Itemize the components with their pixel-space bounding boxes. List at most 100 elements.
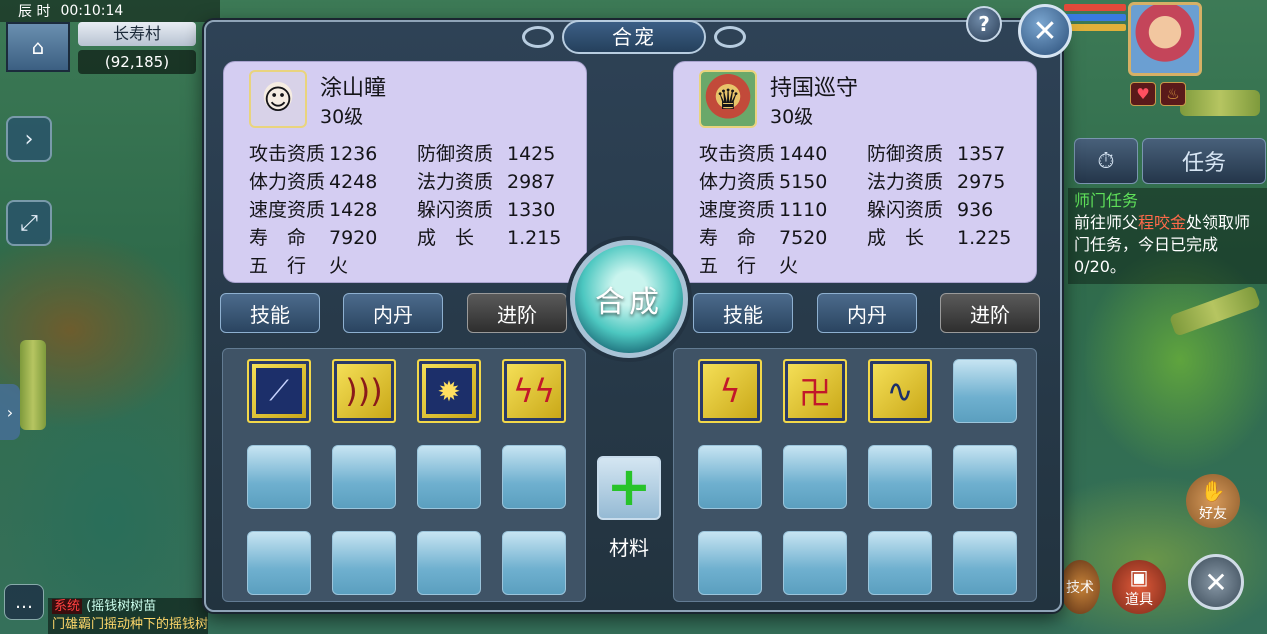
buff-icon[interactable]: ♨ [1160, 82, 1186, 106]
empty-skill-slot[interactable] [417, 445, 481, 509]
left-tab-inner-core[interactable]: 内丹 [343, 293, 443, 333]
stat-row: 五 行火 [249, 255, 349, 277]
friends-label: 好友 [1199, 506, 1227, 522]
pet-level: 30级 [770, 106, 814, 128]
empty-skill-slot[interactable] [417, 531, 481, 595]
guardian-portrait-icon[interactable]: ♛ [699, 70, 757, 128]
time-of-day: 辰 时 [18, 4, 51, 20]
rune-skill-icon[interactable]: 卍 [783, 359, 847, 423]
pet-name: 持国巡守 [770, 76, 859, 101]
empty-skill-slot[interactable] [332, 445, 396, 509]
pet-stats: 攻击资质 1236 防御资质 1425 体力资质 4248 法力资质 2987 速度资质 14… [249, 140, 561, 280]
plus-icon: + [606, 455, 652, 518]
left-skill-panel: ⟋ ))) ✹ ϟϟ [222, 348, 586, 602]
chevron-right-icon: › [6, 402, 14, 422]
clock-bar: 辰 时 00:10:14 [0, 0, 220, 22]
house-icon: ⌂ [31, 35, 45, 59]
exp-bar [1064, 24, 1126, 31]
chest-icon: ▣ [1129, 565, 1149, 589]
minimap-button[interactable]: ⌂ [6, 22, 70, 72]
friends-button[interactable]: ✋ 好友 [1186, 474, 1240, 528]
inventory-label: 道具 [1125, 592, 1153, 608]
lightning-fire-skill-icon[interactable]: ϟϟ [502, 359, 566, 423]
empty-skill-slot[interactable] [953, 359, 1017, 423]
help-button[interactable]: ? [966, 6, 1002, 42]
empty-skill-slot[interactable] [868, 531, 932, 595]
ornament [714, 26, 746, 48]
empty-skill-slot[interactable] [247, 531, 311, 595]
left-pet-card: ☺ 涂山瞳 30级 攻击资质 1236 防御资质 1425 体力资质 4248 法力资质 2… [223, 61, 587, 283]
stat-row: 体力资质 4248 法力资质 2987 [249, 171, 556, 193]
empty-skill-slot[interactable] [698, 445, 762, 509]
close-button[interactable]: ✕ [1018, 4, 1072, 58]
empty-skill-slot[interactable] [247, 445, 311, 509]
empty-skill-slot[interactable] [953, 531, 1017, 595]
task-button[interactable]: 任务 [1142, 138, 1266, 184]
player-avatar[interactable] [1128, 2, 1202, 76]
map-coordinates: (92,185) [78, 50, 196, 74]
pet-stats: 攻击资质 1440 防御资质 1357 体力资质 5150 法力资质 2975 速度资质 11… [699, 140, 1011, 280]
right-skill-panel: ϟ 卍 ∿ [673, 348, 1037, 602]
empty-skill-slot[interactable] [332, 531, 396, 595]
pet-name: 涂山瞳 [320, 76, 387, 101]
chat-message[interactable]: 系统 (摇钱树树苗 [48, 598, 208, 616]
timer-button[interactable]: ⏱ [1074, 138, 1138, 184]
expand-icon: ⤢ [20, 210, 38, 236]
stat-row: 寿 命 7920 成 长 1.215 [249, 227, 562, 249]
empty-skill-slot[interactable] [698, 531, 762, 595]
stat-row: 速度资质 1428 躲闪资质 1330 [249, 199, 556, 221]
cat-girl-portrait-icon[interactable]: ☺ [249, 70, 307, 128]
left-tab-advance[interactable]: 进阶 [467, 293, 567, 333]
system-tag: 系统 [52, 599, 83, 614]
expand-arrow-button[interactable]: › [6, 116, 52, 162]
stat-row: 速度资质 1110 躲闪资质 936 [699, 199, 994, 221]
bamboo-decor [20, 340, 46, 430]
empty-skill-slot[interactable] [502, 531, 566, 595]
empty-skill-slot[interactable] [502, 445, 566, 509]
mp-bar [1064, 14, 1126, 21]
dialog-title: 合宠 [562, 20, 706, 54]
handshake-icon: ✋ [1200, 479, 1226, 503]
stat-row: 体力资质 5150 法力资质 2975 [699, 171, 1006, 193]
chat-button[interactable]: … [4, 584, 44, 620]
map-name: 长寿村 [78, 22, 196, 46]
chat-message[interactable]: 门雄霸门摇动种下的摇钱树意外收 [48, 616, 208, 634]
empty-skill-slot[interactable] [953, 445, 1017, 509]
spear-skill-icon[interactable]: ⟋ [247, 359, 311, 423]
collapse-menu-button[interactable]: ✕ [1188, 554, 1244, 610]
clock-time: 00:10:14 [60, 3, 124, 19]
empty-skill-slot[interactable] [783, 531, 847, 595]
quest-npc-name[interactable]: 程咬金 [1138, 213, 1186, 232]
skills-label: 技术 [1066, 580, 1094, 596]
fullscreen-button[interactable]: ⤢ [6, 200, 52, 246]
thunder-burst-skill-icon[interactable]: ✹ [417, 359, 481, 423]
empty-skill-slot[interactable] [783, 445, 847, 509]
stat-row: 寿 命 7520 成 长 1.225 [699, 227, 1012, 249]
dialog-header: 合宠 [522, 18, 746, 56]
wave-skill-icon[interactable]: ))) [332, 359, 396, 423]
close-icon: ✕ [1204, 565, 1228, 599]
right-tab-advance[interactable]: 进阶 [940, 293, 1040, 333]
quest-tracker[interactable]: 师门任务 前往师父程咬金处领取师门任务，今日已完成0/20。 [1068, 188, 1267, 284]
ornament [522, 26, 554, 48]
stat-row: 五 行火 [699, 255, 799, 277]
stat-row: 攻击资质 1440 防御资质 1357 [699, 143, 1006, 165]
lightning-skill-icon[interactable]: ϟ [698, 359, 762, 423]
bamboo-decor [1180, 90, 1260, 116]
skills-button[interactable]: 技术 [1060, 560, 1100, 614]
left-tab-skills[interactable]: 技能 [220, 293, 320, 333]
quest-title: 师门任务 [1074, 191, 1139, 210]
quest-description: 前往师父程咬金处领取师门任务，今日已完成0/20。 [1074, 213, 1251, 276]
right-tab-skills[interactable]: 技能 [693, 293, 793, 333]
pet-level: 30级 [320, 106, 364, 128]
side-panel-toggle[interactable]: › [0, 384, 20, 440]
inventory-button[interactable]: ▣ 道具 [1112, 560, 1166, 614]
hp-bar [1064, 4, 1126, 11]
add-material-button[interactable]: + [597, 456, 661, 520]
stopwatch-icon: ⏱ [1097, 148, 1115, 174]
dragon-skill-icon[interactable]: ∿ [868, 359, 932, 423]
empty-skill-slot[interactable] [868, 445, 932, 509]
merge-button[interactable]: 合成 [570, 240, 688, 358]
heart-icon[interactable]: ♥ [1130, 82, 1156, 106]
right-tab-inner-core[interactable]: 内丹 [817, 293, 917, 333]
